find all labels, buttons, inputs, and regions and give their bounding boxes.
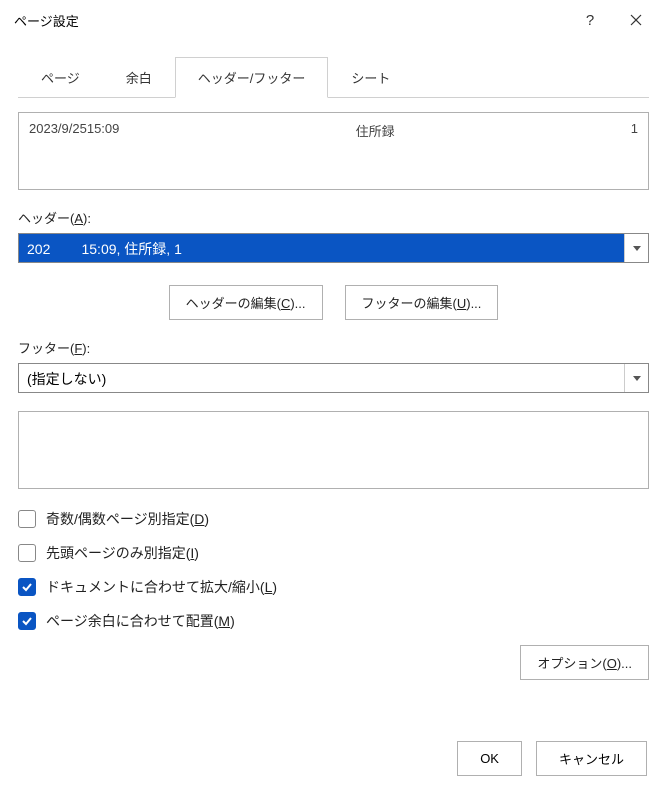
check-first-page[interactable]: 先頭ページのみ別指定(I) xyxy=(18,543,649,563)
tab-bar: ページ 余白 ヘッダー/フッター シート xyxy=(18,56,649,98)
footer-preview xyxy=(18,411,649,489)
title-bar: ページ設定 ? xyxy=(0,0,667,40)
checkbox-icon xyxy=(18,578,36,596)
tab-header-footer[interactable]: ヘッダー/フッター xyxy=(175,57,329,98)
footer-label: フッター(F): xyxy=(18,338,649,357)
window-title: ページ設定 xyxy=(14,11,567,30)
check-align-margins[interactable]: ページ余白に合わせて配置(M) xyxy=(18,611,649,631)
footer-combo-dropdown[interactable] xyxy=(624,364,648,392)
tab-margins[interactable]: 余白 xyxy=(103,57,175,98)
chevron-down-icon xyxy=(633,246,641,251)
footer-combo-value: (指定しない) xyxy=(19,364,624,392)
header-preview-left: 2023/9/2515:09 xyxy=(29,121,119,181)
cancel-button[interactable]: キャンセル xyxy=(536,741,647,776)
tab-sheet[interactable]: シート xyxy=(328,57,413,98)
checkbox-icon xyxy=(18,510,36,528)
checkbox-icon xyxy=(18,544,36,562)
edit-header-button[interactable]: ヘッダーの編集(C)... xyxy=(169,285,323,320)
check-odd-even[interactable]: 奇数/偶数ページ別指定(D) xyxy=(18,509,649,529)
footer-combo[interactable]: (指定しない) xyxy=(18,363,649,393)
tab-page[interactable]: ページ xyxy=(18,57,103,98)
header-label: ヘッダー(A): xyxy=(18,208,649,227)
checkbox-icon xyxy=(18,612,36,630)
options-button[interactable]: オプション(O)... xyxy=(520,645,649,680)
edit-footer-button[interactable]: フッターの編集(U)... xyxy=(345,285,499,320)
close-icon xyxy=(630,14,642,26)
header-combo-dropdown[interactable] xyxy=(624,234,648,262)
header-preview: 2023/9/2515:09 住所録 1 xyxy=(18,112,649,190)
help-button[interactable]: ? xyxy=(567,5,613,35)
close-button[interactable] xyxy=(613,5,659,35)
header-preview-center: 住所録 xyxy=(356,121,395,181)
check-scale-doc[interactable]: ドキュメントに合わせて拡大/縮小(L) xyxy=(18,577,649,597)
ok-button[interactable]: OK xyxy=(457,741,522,776)
chevron-down-icon xyxy=(633,376,641,381)
header-combo-value: 202 15:09, 住所録, 1 xyxy=(19,234,624,262)
header-preview-right: 1 xyxy=(631,121,638,181)
header-combo[interactable]: 202 15:09, 住所録, 1 xyxy=(18,233,649,263)
